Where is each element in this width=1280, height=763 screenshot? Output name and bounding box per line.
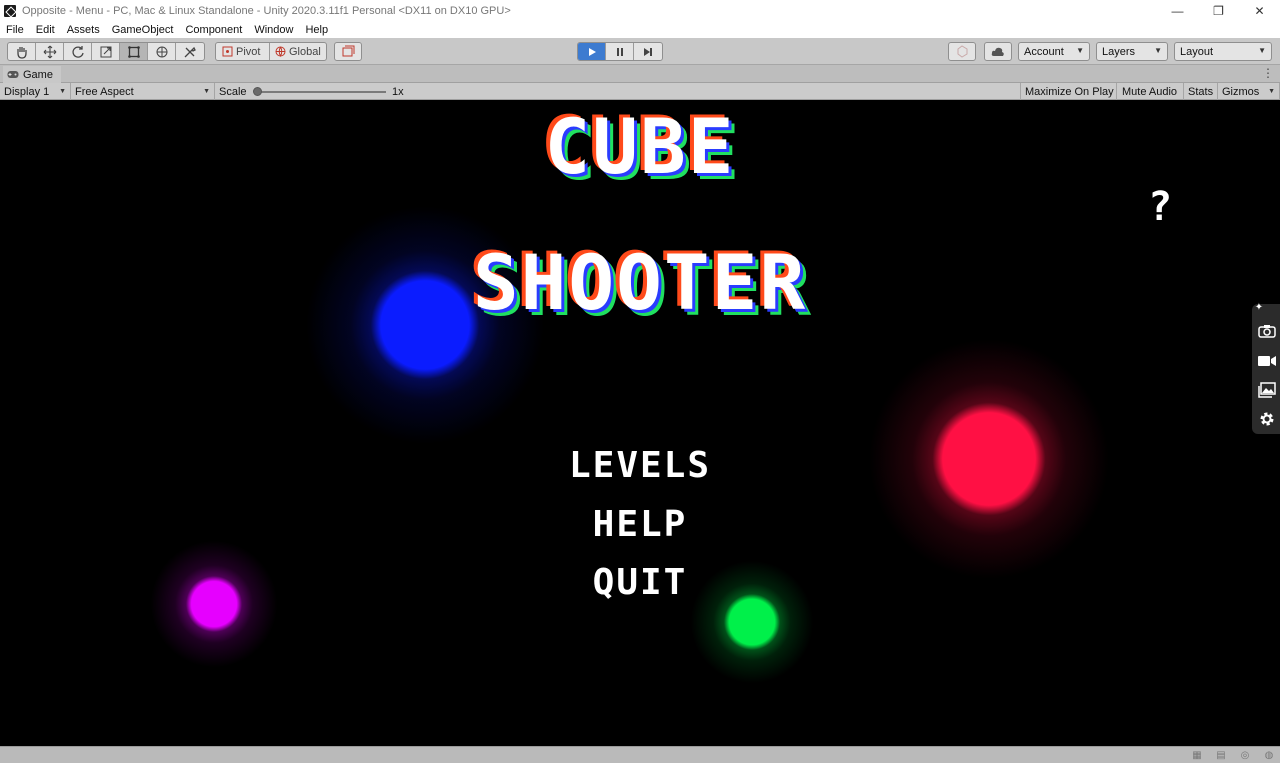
stats-toggle[interactable]: Stats — [1184, 83, 1218, 100]
menu-gameobject[interactable]: GameObject — [106, 24, 180, 36]
grid-snap-icon — [342, 45, 354, 57]
gizmos-label: Gizmos — [1222, 85, 1260, 98]
quit-button[interactable]: QUIT — [0, 562, 1280, 603]
progress-icon: ▦ — [1192, 749, 1202, 761]
aspect-dropdown[interactable]: Free Aspect ▼ — [71, 83, 215, 100]
transform-tool-icon[interactable] — [148, 43, 176, 60]
cloud-button[interactable] — [984, 42, 1012, 61]
custom-tool-icon[interactable] — [176, 43, 204, 60]
levels-button[interactable]: LEVELS — [0, 445, 1280, 486]
account-label: Account — [1024, 45, 1064, 58]
help-button[interactable]: HELP — [0, 504, 1280, 545]
settings-icon[interactable] — [1256, 408, 1278, 430]
minimize-button[interactable]: — — [1157, 0, 1198, 21]
global-label: Global — [289, 45, 321, 58]
window-titlebar: Opposite - Menu - PC, Mac & Linux Standa… — [0, 0, 1280, 21]
tab-game[interactable]: Game — [3, 66, 61, 83]
account-dropdown[interactable]: Account ▼ — [1018, 42, 1090, 61]
scale-value: 1x — [392, 85, 404, 98]
game-view-toolbar: Display 1 ▼ Free Aspect ▼ Scale 1x Maxim… — [0, 83, 1280, 100]
mute-audio-toggle[interactable]: Mute Audio — [1118, 83, 1184, 100]
gizmos-dropdown[interactable]: Gizmos ▼ — [1218, 83, 1280, 100]
main-toolbar: Pivot Global Account ▼ Layers ▼ Layout ▼ — [0, 38, 1280, 65]
maximize-on-play-toggle[interactable]: Maximize On Play — [1020, 83, 1117, 100]
hand-tool-icon[interactable] — [8, 43, 36, 60]
chevron-down-icon: ▼ — [1154, 46, 1162, 55]
collab-status-icon[interactable]: ◍ — [1262, 749, 1276, 761]
layers-label: Layers — [1102, 45, 1136, 58]
gallery-icon[interactable] — [1256, 379, 1278, 401]
status-bar: ▦ ▤ ◎ ◍ — [0, 746, 1280, 763]
scale-label: Scale — [219, 85, 247, 98]
video-icon[interactable] — [1256, 350, 1278, 372]
chevron-down-icon: ▼ — [1258, 46, 1266, 55]
cache-server-icon[interactable]: ▤ — [1214, 749, 1228, 761]
globe-icon — [275, 46, 286, 57]
grid-snap-button[interactable] — [334, 42, 362, 61]
menu-component[interactable]: Component — [179, 24, 248, 36]
game-view[interactable]: CUBE SHOOTER LEVELS HELP QUIT ? ✦ — [0, 100, 1280, 746]
help-question-icon[interactable]: ? — [1148, 184, 1172, 230]
pivot-label: Pivot — [236, 45, 261, 58]
tab-strip: Game ⋮ — [0, 65, 1280, 83]
menu-assets[interactable]: Assets — [61, 24, 106, 36]
step-button[interactable] — [634, 43, 662, 60]
play-button[interactable] — [578, 43, 606, 60]
aspect-label: Free Aspect — [75, 85, 134, 98]
pin-icon[interactable]: ✦ — [1254, 302, 1264, 313]
layout-label: Layout — [1180, 45, 1214, 58]
play-icon — [588, 47, 596, 56]
close-button[interactable]: ✕ — [1239, 0, 1280, 21]
move-tool-icon[interactable] — [36, 43, 64, 60]
pause-button[interactable] — [606, 43, 634, 60]
scale-tool-icon[interactable] — [92, 43, 120, 60]
tab-game-label: Game — [23, 68, 53, 81]
menu-file[interactable]: File — [0, 24, 30, 36]
pivot-icon — [222, 46, 233, 57]
menu-help[interactable]: Help — [299, 24, 334, 36]
pause-icon — [616, 47, 623, 56]
camera-icon[interactable] — [1256, 320, 1278, 342]
magenta-orb — [150, 540, 278, 668]
rect-tool-icon[interactable] — [120, 43, 148, 60]
pivot-global-toggles: Pivot Global — [215, 42, 327, 61]
display-label: Display 1 — [4, 85, 50, 98]
collab-icon — [957, 45, 967, 58]
rotate-tool-icon[interactable] — [64, 43, 92, 60]
debug-icon[interactable]: ◎ — [1238, 749, 1252, 761]
game-title-line2: SHOOTER — [472, 238, 808, 327]
scale-slider-handle[interactable] — [253, 87, 262, 96]
game-title-line1: CUBE — [544, 102, 736, 191]
menu-edit[interactable]: Edit — [30, 24, 61, 36]
display-dropdown[interactable]: Display 1 ▼ — [0, 83, 71, 100]
chevron-down-icon: ▼ — [1076, 46, 1084, 55]
chevron-down-icon: ▼ — [1268, 88, 1275, 95]
transform-tools — [7, 42, 205, 61]
global-toggle[interactable]: Global — [270, 43, 326, 60]
layers-dropdown[interactable]: Layers ▼ — [1096, 42, 1168, 61]
collab-button[interactable] — [948, 42, 976, 61]
step-icon — [644, 47, 652, 56]
playback-controls — [577, 42, 663, 61]
cloud-icon — [991, 47, 1004, 56]
pivot-toggle[interactable]: Pivot — [216, 43, 270, 60]
menu-window[interactable]: Window — [248, 24, 299, 36]
restore-button[interactable]: ❐ — [1198, 0, 1239, 21]
tab-options-icon[interactable]: ⋮ — [1262, 66, 1274, 80]
window-controls: — ❐ ✕ — [1157, 0, 1280, 21]
menu-bar: File Edit Assets GameObject Component Wi… — [0, 21, 1280, 38]
gamepad-icon — [7, 71, 19, 78]
layout-dropdown[interactable]: Layout ▼ — [1174, 42, 1272, 61]
chevron-down-icon: ▼ — [203, 88, 210, 95]
capture-side-panel: ✦ — [1252, 302, 1280, 434]
scale-slider-track[interactable] — [254, 91, 386, 93]
window-title: Opposite - Menu - PC, Mac & Linux Standa… — [22, 4, 511, 17]
chevron-down-icon: ▼ — [59, 88, 66, 95]
unity-logo-icon — [4, 4, 16, 17]
